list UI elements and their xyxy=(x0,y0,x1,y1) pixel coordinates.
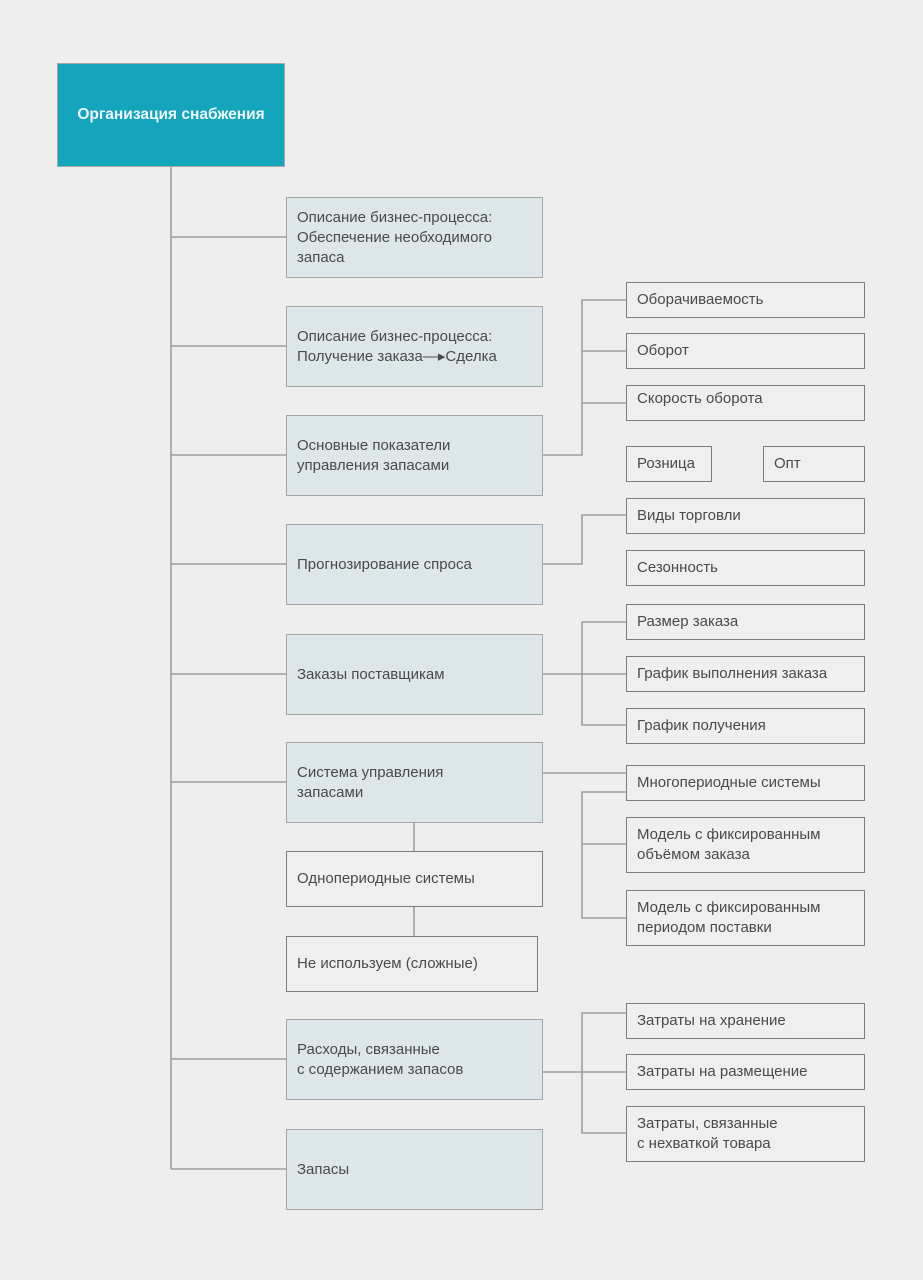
leaf-label: Опт xyxy=(774,455,801,472)
root-node: Организация снабжения xyxy=(57,63,285,167)
leaf-single-period-systems: Однопериодные системы xyxy=(286,851,543,907)
node-business-process-order: Описание бизнес-процесса: Получение зака… xyxy=(286,306,543,387)
node-key-indicators: Основные показатели управления запасами xyxy=(286,415,543,496)
leaf-turnover-ratio: Оборачиваемость xyxy=(626,282,865,318)
system-connector xyxy=(581,791,626,919)
leaf-label: Размер заказа xyxy=(637,613,739,630)
leaf-label: Розница xyxy=(637,455,695,472)
forecast-connector xyxy=(542,514,626,565)
leaf-receipt-schedule: График получения xyxy=(626,708,865,744)
leaf-fixed-order-quantity: Модель с фиксированным объёмом заказа xyxy=(626,817,865,873)
leaf-label: График получения xyxy=(637,717,766,734)
leaf-label: Модель с фиксированным объёмом заказа xyxy=(637,826,821,863)
leaf-wholesale: Опт xyxy=(763,446,865,482)
node-label: Основные показатели управления запасами xyxy=(297,436,451,474)
root-label: Организация снабжения xyxy=(77,106,265,123)
leaf-label: Модель с фиксированным периодом поставки xyxy=(637,899,821,936)
node-stocks: Запасы xyxy=(286,1129,543,1210)
node-label: Заказы поставщикам xyxy=(297,665,445,683)
leaf-fixed-delivery-period: Модель с фиксированным периодом поставки xyxy=(626,890,865,946)
leaf-label: Не используем (сложные) xyxy=(297,955,478,972)
leaf-trade-types: Виды торговли xyxy=(626,498,865,534)
node-label: Описание бизнес-процесса: Получение зака… xyxy=(297,327,497,365)
node-label: Расходы, связанные с содержанием запасов xyxy=(297,1040,464,1078)
leaf-placement-costs: Затраты на размещение xyxy=(626,1054,865,1090)
node-label: Запасы xyxy=(297,1160,350,1178)
leaf-label: Многопериодные системы xyxy=(637,774,821,791)
leaf-label: Оборот xyxy=(637,342,689,359)
node-label: Описание бизнес-процесса: Обеспечение не… xyxy=(297,208,493,266)
leaf-shortage-costs: Затраты, связанные с нехваткой товара xyxy=(626,1106,865,1162)
leaf-label: Однопериодные системы xyxy=(297,870,475,887)
indicators-connector xyxy=(542,299,626,456)
leaf-label: Скорость оборота xyxy=(637,390,763,407)
node-inventory-system: Система управления запасами xyxy=(286,742,543,823)
leaf-label: Затраты на хранение xyxy=(637,1012,786,1029)
leaf-turnover: Оборот xyxy=(626,333,865,369)
node-business-process-stock: Описание бизнес-процесса: Обеспечение не… xyxy=(286,197,543,278)
costs-connector xyxy=(581,1012,626,1134)
leaf-not-used: Не используем (сложные) xyxy=(286,936,538,992)
leaf-multiperiod-systems: Многопериодные системы xyxy=(626,765,865,801)
leaf-label: График выполнения заказа xyxy=(637,665,828,682)
leaf-retail: Розница xyxy=(626,446,712,482)
leaf-label: Виды торговли xyxy=(637,507,741,524)
node-demand-forecasting: Прогнозирование спроса xyxy=(286,524,543,605)
leaf-label: Затраты, связанные с нехваткой товара xyxy=(637,1115,778,1152)
leaf-seasonality: Сезонность xyxy=(626,550,865,586)
leaf-label: Оборачиваемость xyxy=(637,291,764,308)
leaf-label: Затраты на размещение xyxy=(637,1063,808,1080)
leaf-storage-costs: Затраты на хранение xyxy=(626,1003,865,1039)
node-supplier-orders: Заказы поставщикам xyxy=(286,634,543,715)
leaf-order-schedule: График выполнения заказа xyxy=(626,656,865,692)
leaf-label: Сезонность xyxy=(637,559,718,576)
node-label: Система управления запасами xyxy=(297,764,444,801)
leaf-turnover-speed: Скорость оборота xyxy=(626,385,865,421)
leaf-order-size: Размер заказа xyxy=(626,604,865,640)
node-inventory-costs: Расходы, связанные с содержанием запасов xyxy=(286,1019,543,1100)
node-label: Прогнозирование спроса xyxy=(297,555,472,573)
